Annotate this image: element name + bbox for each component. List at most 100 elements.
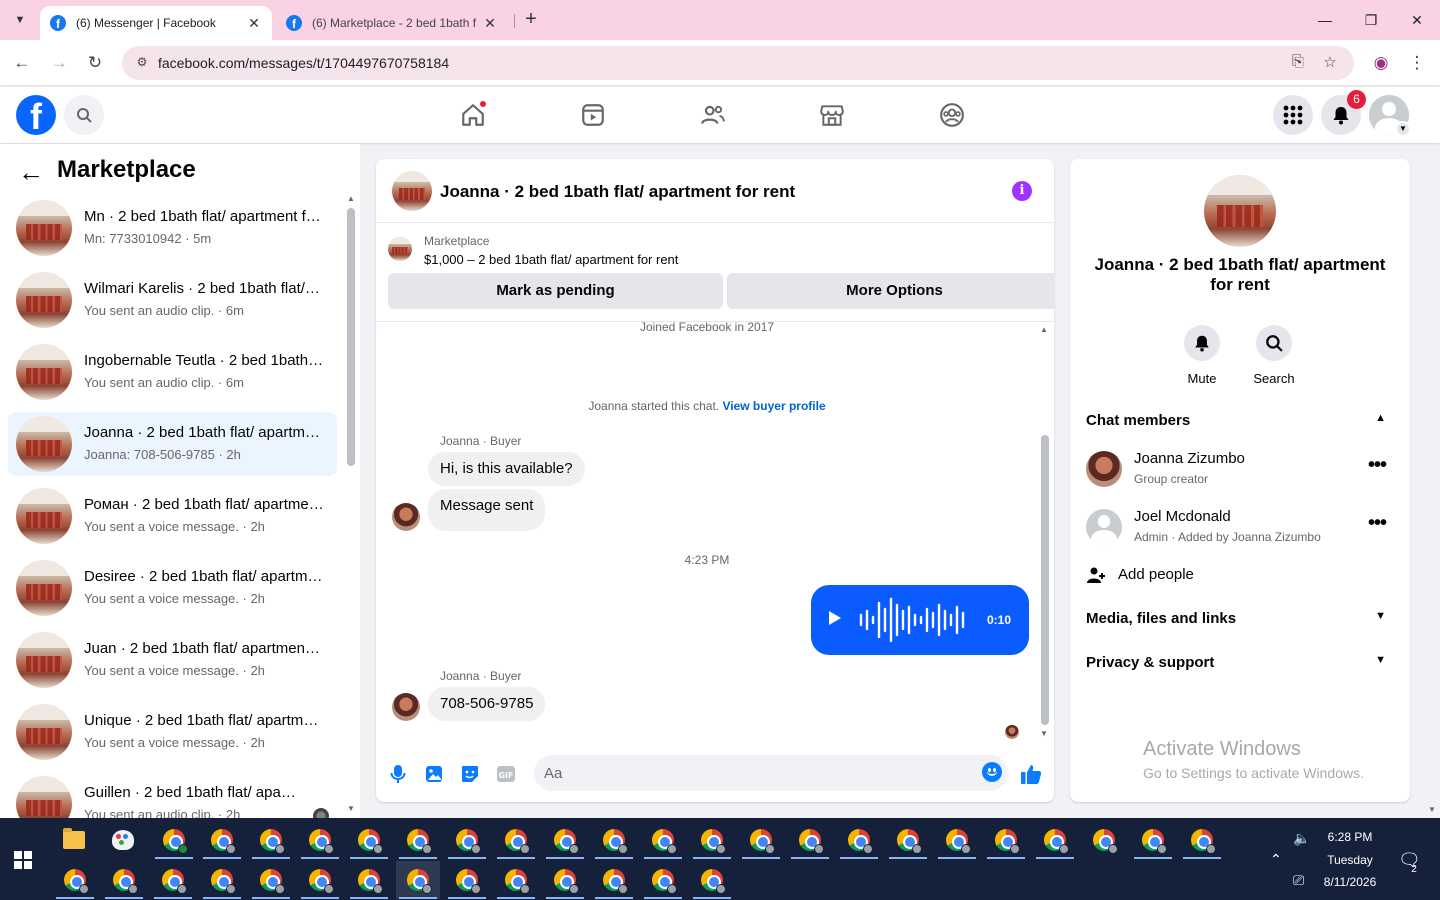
nav-friends[interactable]	[695, 97, 731, 133]
back-arrow-icon[interactable]: ←	[18, 158, 46, 186]
nav-video[interactable]	[575, 97, 611, 133]
emoji-icon[interactable]	[982, 762, 1002, 782]
listing-thumbnail[interactable]	[388, 237, 412, 261]
chrome-taskbar-icon[interactable]	[739, 821, 783, 859]
chrome-taskbar-icon[interactable]	[494, 861, 538, 899]
conversation-item[interactable]: Wilmari Karelis · 2 bed 1bath flat/ apar…	[8, 268, 337, 332]
browser-menu-icon[interactable]: ⋮	[1405, 51, 1429, 75]
attach-photo-button[interactable]	[423, 763, 445, 785]
nav-home[interactable]	[455, 97, 491, 133]
scroll-down-arrow-icon[interactable]: ▼	[1040, 729, 1048, 738]
chrome-taskbar-icon[interactable]	[298, 861, 342, 899]
minimize-button[interactable]: —	[1313, 8, 1337, 32]
page-scroll-down-arrow-icon[interactable]: ▼	[1428, 805, 1436, 814]
profile-icon[interactable]: ◉	[1369, 51, 1393, 75]
network-icon[interactable]: ⎚	[1293, 872, 1304, 889]
conversation-item[interactable]: Ingobernable Teutla · 2 bed 1bath flat/ …	[8, 340, 337, 404]
more-options-button[interactable]: More Options	[727, 273, 1054, 309]
chrome-taskbar-icon[interactable]	[1131, 821, 1175, 859]
chrome-taskbar-icon[interactable]	[641, 821, 685, 859]
chrome-taskbar-icon[interactable]	[200, 861, 244, 899]
add-people-button[interactable]: Add people	[1086, 563, 1394, 587]
sender-avatar[interactable]	[392, 693, 420, 721]
chrome-taskbar-icon[interactable]	[102, 861, 146, 899]
gif-button[interactable]: GIF	[495, 763, 517, 785]
message-bubble[interactable]: Hi, is this available?	[428, 452, 585, 486]
site-info-icon[interactable]: ⚙	[134, 55, 150, 71]
reload-button[interactable]: ↻	[83, 51, 107, 75]
chrome-taskbar-icon[interactable]	[984, 821, 1028, 859]
scroll-down-arrow-icon[interactable]: ▼	[347, 804, 355, 813]
listing-title[interactable]: $1,000 – 2 bed 1bath flat/ apartment for…	[424, 252, 678, 267]
chrome-taskbar-icon[interactable]	[1033, 821, 1077, 859]
forward-button[interactable]: →	[47, 51, 71, 75]
chrome-taskbar-icon[interactable]	[298, 821, 342, 859]
chrome-taskbar-icon[interactable]	[592, 861, 636, 899]
member-options-icon[interactable]: •••	[1368, 512, 1387, 535]
chrome-taskbar-icon[interactable]	[788, 821, 832, 859]
show-hidden-icons-chevron-icon[interactable]: ⌃	[1270, 851, 1282, 868]
bookmark-star-icon[interactable]: ☆	[1319, 53, 1341, 73]
info-icon[interactable]: i	[1012, 181, 1032, 201]
chat-member[interactable]: Joel Mcdonald Admin · Added by Joanna Zi…	[1086, 502, 1394, 552]
privacy-support-section[interactable]: Privacy & support ▼	[1086, 654, 1394, 678]
conversation-item[interactable]: Guillen · 2 bed 1bath flat/ apartment fo…	[8, 772, 337, 818]
url-text[interactable]: facebook.com/messages/t/1704497670758184	[158, 55, 449, 71]
clock-time[interactable]: 6:28 PM	[1318, 830, 1382, 844]
chat-members-section[interactable]: Chat members ▲	[1086, 412, 1394, 436]
facebook-logo-icon[interactable]: f	[16, 95, 56, 135]
media-files-links-section[interactable]: Media, files and links ▼	[1086, 610, 1394, 634]
conversation-item-selected[interactable]: Joanna · 2 bed 1bath flat/ apartment for…	[8, 412, 337, 476]
tab-marketplace[interactable]: f (6) Marketplace - 2 bed 1bath f ✕	[276, 6, 508, 40]
view-buyer-profile-link[interactable]: View buyer profile	[722, 399, 825, 413]
message-input[interactable]	[544, 755, 974, 791]
chrome-taskbar-icon[interactable]	[641, 861, 685, 899]
chrome-taskbar-icon[interactable]	[690, 821, 734, 859]
sender-avatar[interactable]	[392, 503, 420, 531]
chrome-taskbar-icon[interactable]	[1180, 821, 1224, 859]
chrome-taskbar-icon[interactable]	[935, 821, 979, 859]
file-explorer-taskbar-icon[interactable]	[52, 821, 96, 859]
chrome-taskbar-icon[interactable]	[151, 861, 195, 899]
chrome-taskbar-icon[interactable]	[200, 821, 244, 859]
close-tab-icon[interactable]: ✕	[482, 15, 498, 32]
chrome-taskbar-icon[interactable]	[249, 821, 293, 859]
conversation-item[interactable]: Роман · 2 bed 1bath flat/ apartment for …	[8, 484, 337, 548]
close-window-button[interactable]: ✕	[1405, 8, 1429, 32]
message-composer[interactable]	[534, 755, 1008, 791]
nav-groups[interactable]	[934, 97, 970, 133]
voice-clip-button[interactable]	[387, 763, 409, 785]
install-app-icon[interactable]: ⎘	[1287, 53, 1309, 73]
like-button[interactable]	[1020, 763, 1042, 785]
scroll-up-arrow-icon[interactable]: ▲	[1040, 325, 1048, 334]
chrome-taskbar-icon[interactable]	[592, 821, 636, 859]
conversation-item[interactable]: Mn · 2 bed 1bath flat/ apartment for ren…	[8, 196, 337, 260]
chat-listing-avatar[interactable]	[392, 171, 432, 211]
chrome-taskbar-icon[interactable]	[494, 821, 538, 859]
volume-icon[interactable]: 🔈	[1293, 830, 1310, 847]
chrome-taskbar-icon[interactable]	[690, 861, 734, 899]
chrome-taskbar-icon[interactable]	[152, 821, 196, 859]
clock-date[interactable]: 8/11/2026	[1318, 875, 1382, 889]
search-button[interactable]	[64, 95, 104, 135]
conversation-item[interactable]: Desiree · 2 bed 1bath flat/ apartment fo…	[8, 556, 337, 620]
chrome-taskbar-icon[interactable]	[347, 861, 391, 899]
chrome-taskbar-icon[interactable]	[53, 861, 97, 899]
mute-button[interactable]: Mute	[1167, 325, 1237, 386]
message-bubble[interactable]: Message sent	[428, 489, 546, 531]
maximize-button[interactable]: ❐	[1359, 8, 1383, 32]
chrome-taskbar-icon[interactable]	[886, 821, 930, 859]
start-windows-icon[interactable]	[14, 851, 32, 869]
chrome-taskbar-icon[interactable]	[249, 861, 293, 899]
chat-scrollbar[interactable]	[1041, 435, 1049, 725]
paint-taskbar-icon[interactable]	[101, 821, 145, 859]
back-button[interactable]: ←	[10, 51, 34, 75]
search-conversation-button[interactable]: Search	[1239, 325, 1309, 386]
mark-as-pending-button[interactable]: Mark as pending	[388, 273, 723, 309]
chat-title[interactable]: Joanna · 2 bed 1bath flat/ apartment for…	[440, 182, 795, 202]
nav-marketplace[interactable]	[814, 97, 850, 133]
sticker-button[interactable]	[459, 763, 481, 785]
chat-member[interactable]: Joanna Zizumbo Group creator •••	[1086, 444, 1394, 494]
message-bubble[interactable]: 708-506-9785	[428, 687, 546, 721]
account-chevron-down-icon[interactable]: ▼	[1395, 121, 1411, 137]
